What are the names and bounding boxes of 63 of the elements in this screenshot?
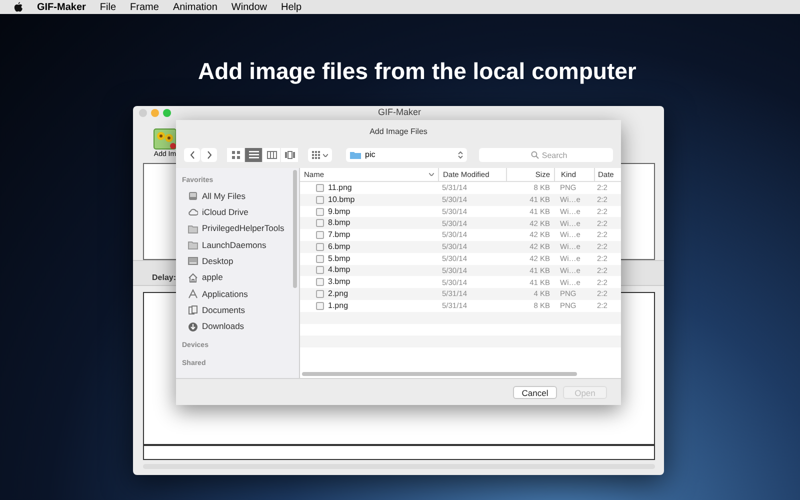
chevron-left-icon — [190, 151, 194, 159]
sidebar-item[interactable]: iCloud Drive — [202, 206, 248, 219]
list-view-icon — [248, 150, 258, 160]
file-name[interactable]: 4.bmp — [328, 264, 350, 276]
caret-icon — [323, 154, 328, 156]
menu-item[interactable]: Animation — [172, 0, 218, 14]
icon-view-icon — [230, 150, 240, 160]
cover-flow-icon — [284, 150, 294, 160]
back-button[interactable] — [184, 148, 200, 162]
view-mode-button[interactable] — [227, 148, 244, 162]
file-name[interactable]: 7.bmp — [328, 229, 350, 242]
file-name[interactable]: 5.bmp — [328, 252, 350, 265]
headline: Add image files from the local computer — [198, 57, 636, 86]
file-name[interactable]: 8.bmp — [328, 217, 350, 230]
menu-item[interactable]: Help — [280, 0, 302, 14]
house-icon — [188, 272, 198, 283]
menu-item[interactable]: Frame — [130, 0, 159, 14]
view-mode-button[interactable] — [263, 148, 280, 162]
sidebar-item[interactable]: Desktop — [202, 254, 234, 268]
sort-caret-icon — [429, 173, 434, 176]
file-name[interactable]: 3.bmp — [328, 276, 350, 288]
applications-icon — [188, 288, 198, 299]
folder-icon — [188, 240, 198, 250]
view-mode-button[interactable] — [245, 148, 262, 162]
menu-item[interactable]: File — [100, 0, 116, 14]
folder-icon — [350, 151, 362, 159]
drawer-icon — [188, 191, 198, 202]
apple-logo-icon[interactable] — [14, 2, 23, 12]
sidebar-item[interactable]: Downloads — [202, 320, 244, 333]
file-name[interactable]: 2.png — [328, 288, 348, 300]
dialog-title: Add Image Files — [368, 126, 428, 138]
sidebar-item[interactable]: Documents — [202, 304, 245, 317]
window-title: GIF-Maker — [378, 106, 422, 120]
desktop-icon — [188, 256, 198, 266]
search-icon — [530, 151, 539, 159]
folder-icon — [188, 224, 198, 234]
sidebar-item[interactable]: LaunchDaemons — [202, 238, 266, 252]
cloud-icon — [188, 207, 198, 218]
file-name[interactable]: 11.png — [328, 182, 352, 194]
chevron-right-icon — [206, 151, 212, 159]
forward-button[interactable] — [201, 148, 217, 162]
delay-label: Delay: — [152, 272, 176, 284]
cancel-button[interactable]: Cancel — [513, 386, 557, 398]
file-name[interactable]: 10.bmp — [328, 194, 355, 206]
stepper-icon — [458, 151, 463, 159]
search-field[interactable]: Search — [478, 148, 613, 162]
sidebar-item[interactable]: Applications — [202, 288, 248, 300]
sunflower-icon — [153, 128, 177, 150]
grid-icon — [312, 151, 322, 159]
sidebar-item[interactable]: PrivilegedHelperTools — [202, 222, 284, 236]
menu-item[interactable]: Window — [231, 0, 267, 14]
file-name[interactable]: 6.bmp — [328, 240, 350, 253]
view-mode-button[interactable] — [281, 148, 298, 162]
file-name[interactable]: 9.bmp — [328, 206, 350, 218]
download-icon — [188, 322, 198, 332]
column-view-icon — [266, 150, 276, 160]
arrange-button[interactable] — [308, 148, 332, 162]
file-name[interactable]: 1.png — [328, 300, 348, 312]
sidebar-item[interactable]: apple — [202, 271, 223, 284]
app-menu[interactable]: GIF-Maker — [37, 0, 86, 14]
location-dropdown[interactable]: pic — [346, 148, 467, 162]
sidebar-item[interactable]: All My Files — [202, 190, 246, 203]
documents-icon — [188, 305, 198, 316]
